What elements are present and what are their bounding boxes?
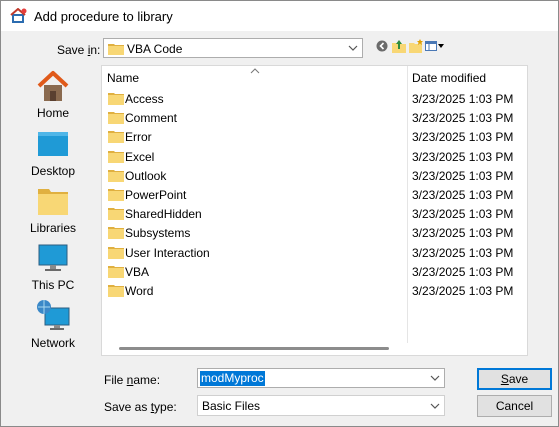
- file-name: Excel: [125, 149, 155, 164]
- folder-icon: [108, 285, 124, 297]
- save-in-combo[interactable]: VBA Code: [103, 38, 363, 58]
- list-item[interactable]: Word 3/23/2025 1:03 PM: [102, 281, 527, 300]
- file-name: VBA: [125, 264, 150, 279]
- folder-icon: [108, 227, 124, 240]
- sort-ascending-icon: [250, 68, 260, 74]
- list-item[interactable]: Comment 3/23/2025 1:03 PM: [102, 108, 527, 127]
- file-date: 3/23/2025 1:03 PM: [412, 130, 514, 145]
- back-icon[interactable]: [375, 38, 391, 54]
- window-title: Add procedure to library: [34, 9, 173, 24]
- network-icon: [37, 300, 70, 330]
- file-date: 3/23/2025 1:03 PM: [412, 111, 514, 126]
- folder-icon: [108, 265, 124, 278]
- file-date: 3/23/2025 1:03 PM: [412, 168, 514, 183]
- file-name: SharedHidden: [125, 207, 202, 222]
- column-header-date[interactable]: Date modified: [412, 71, 486, 85]
- folder-icon: [108, 44, 124, 55]
- up-folder-icon[interactable]: [391, 38, 407, 54]
- save-in-value: VBA Code: [127, 42, 183, 56]
- save-as-type-select[interactable]: Basic Files: [197, 395, 445, 416]
- home-icon: [37, 71, 69, 101]
- place-desktop[interactable]: Desktop: [10, 126, 96, 182]
- file-name: PowerPoint: [125, 188, 187, 202]
- places-bar: Home Desktop Libraries This PC Network: [10, 63, 96, 363]
- file-name: Comment: [125, 111, 178, 126]
- file-date: 3/23/2025 1:03 PM: [412, 245, 514, 260]
- this-pc-icon: [38, 244, 68, 271]
- file-name: Subsystems: [125, 226, 191, 241]
- chevron-down-icon[interactable]: [348, 41, 358, 55]
- folder-icon: [108, 208, 124, 221]
- file-name-label: File name:: [104, 373, 161, 387]
- chevron-down-icon[interactable]: [430, 399, 440, 413]
- app-icon: [10, 8, 27, 23]
- save-as-type-value: Basic Files: [202, 399, 261, 413]
- libraries-icon: [38, 189, 68, 215]
- file-name: Access: [125, 92, 164, 106]
- file-date: 3/23/2025 1:03 PM: [412, 226, 514, 241]
- save-in-label: Save in:: [57, 43, 101, 57]
- save-dialog: Add procedure to library Save in: VBA Co…: [0, 0, 559, 427]
- save-as-type-label: Save as type:: [104, 400, 177, 414]
- file-list[interactable]: Name Date modified Access 3/23/2025 1:03 …: [101, 65, 528, 356]
- file-name-input[interactable]: modMyproc: [200, 371, 265, 386]
- list-item[interactable]: PowerPoint 3/23/2025 1:03 PM: [102, 185, 527, 204]
- scrollbar-thumb[interactable]: [119, 347, 389, 350]
- file-name: Error: [125, 130, 152, 145]
- file-date: 3/23/2025 1:03 PM: [412, 284, 514, 298]
- place-libraries[interactable]: Libraries: [10, 183, 96, 239]
- folder-icon: [108, 246, 124, 259]
- save-button[interactable]: Save: [477, 368, 552, 390]
- list-item[interactable]: Error 3/23/2025 1:03 PM: [102, 127, 527, 146]
- folder-icon: [108, 150, 124, 163]
- folder-icon: [108, 93, 124, 105]
- list-item[interactable]: User Interaction 3/23/2025 1:03 PM: [102, 243, 527, 262]
- folder-icon: [108, 112, 124, 125]
- chevron-down-icon[interactable]: [430, 371, 440, 385]
- file-date: 3/23/2025 1:03 PM: [412, 188, 514, 202]
- list-item[interactable]: Subsystems 3/23/2025 1:03 PM: [102, 223, 527, 242]
- place-home[interactable]: Home: [10, 68, 96, 124]
- place-label: Libraries: [29, 221, 77, 235]
- list-item[interactable]: Excel 3/23/2025 1:03 PM: [102, 147, 527, 166]
- place-label: This PC: [31, 278, 75, 292]
- desktop-icon: [38, 132, 68, 156]
- list-item[interactable]: Access 3/23/2025 1:03 PM: [102, 89, 527, 108]
- file-name-combo[interactable]: modMyproc: [197, 368, 445, 388]
- place-label: Network: [30, 336, 75, 350]
- list-item[interactable]: SharedHidden 3/23/2025 1:03 PM: [102, 204, 527, 223]
- list-item[interactable]: VBA 3/23/2025 1:03 PM: [102, 262, 527, 281]
- folder-icon: [108, 131, 124, 144]
- cancel-button[interactable]: Cancel: [477, 395, 552, 417]
- place-network[interactable]: Network: [10, 298, 96, 354]
- folder-icon: [108, 189, 124, 201]
- file-date: 3/23/2025 1:03 PM: [412, 92, 514, 106]
- file-name: Outlook: [125, 168, 167, 183]
- file-date: 3/23/2025 1:03 PM: [412, 207, 514, 222]
- place-this-pc[interactable]: This PC: [10, 240, 96, 296]
- file-date: 3/23/2025 1:03 PM: [412, 149, 514, 164]
- file-date: 3/23/2025 1:03 PM: [412, 264, 514, 279]
- place-label: Desktop: [30, 164, 76, 178]
- place-label: Home: [36, 106, 69, 120]
- file-name: User Interaction: [125, 245, 210, 260]
- folder-icon: [108, 169, 124, 182]
- column-header-name[interactable]: Name: [107, 71, 139, 85]
- title-bar: Add procedure to library: [1, 1, 558, 31]
- list-item[interactable]: Outlook 3/23/2025 1:03 PM: [102, 166, 527, 185]
- new-folder-icon[interactable]: [408, 38, 424, 54]
- view-menu-icon[interactable]: [425, 38, 445, 54]
- horizontal-scrollbar[interactable]: [102, 343, 527, 355]
- file-name: Word: [125, 284, 154, 298]
